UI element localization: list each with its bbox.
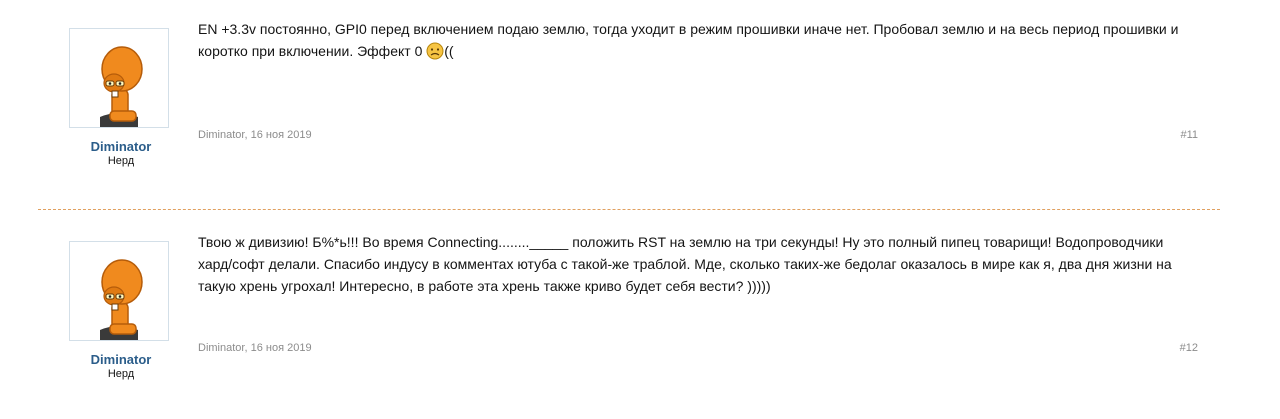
message-body: EN +3.3v постоянно, GPI0 перед включение… — [198, 18, 1198, 62]
message-text: EN +3.3v постоянно, GPI0 перед включение… — [198, 21, 1179, 59]
post-meta: Diminator, 16 ноя 2019 — [198, 129, 312, 141]
post-number[interactable]: #11 — [1180, 129, 1198, 141]
meta-date-link[interactable]: 16 ноя 2019 — [251, 342, 312, 354]
username[interactable]: Diminator — [69, 139, 173, 154]
robot-avatar-icon — [100, 46, 143, 127]
user-title: Нерд — [107, 368, 135, 380]
post-11: Diminator Нерд EN +3.3v постоянно, GPI0 … — [0, 0, 1280, 205]
username[interactable]: Diminator — [69, 352, 173, 367]
post-number[interactable]: #12 — [1180, 342, 1198, 354]
message-body: Твою ж дивизию! Б%*ь!!! Во время Connect… — [198, 231, 1198, 297]
robot-avatar-icon — [100, 259, 143, 340]
message-tail: (( — [444, 43, 454, 59]
post-divider — [38, 209, 1220, 210]
avatar[interactable] — [69, 241, 169, 341]
meta-author-link[interactable]: Diminator — [198, 129, 244, 141]
user-title: Нерд — [107, 155, 135, 167]
post-12: Diminator Нерд Твою ж дивизию! Б%*ь!!! В… — [0, 213, 1280, 419]
post-meta: Diminator, 16 ноя 2019 — [198, 342, 312, 354]
sad-face-emoji-icon — [426, 42, 444, 60]
avatar[interactable] — [69, 28, 169, 128]
meta-author-link[interactable]: Diminator — [198, 342, 244, 354]
message-text: Твою ж дивизию! Б%*ь!!! Во время Connect… — [198, 234, 1172, 294]
meta-date-link[interactable]: 16 ноя 2019 — [251, 129, 312, 141]
